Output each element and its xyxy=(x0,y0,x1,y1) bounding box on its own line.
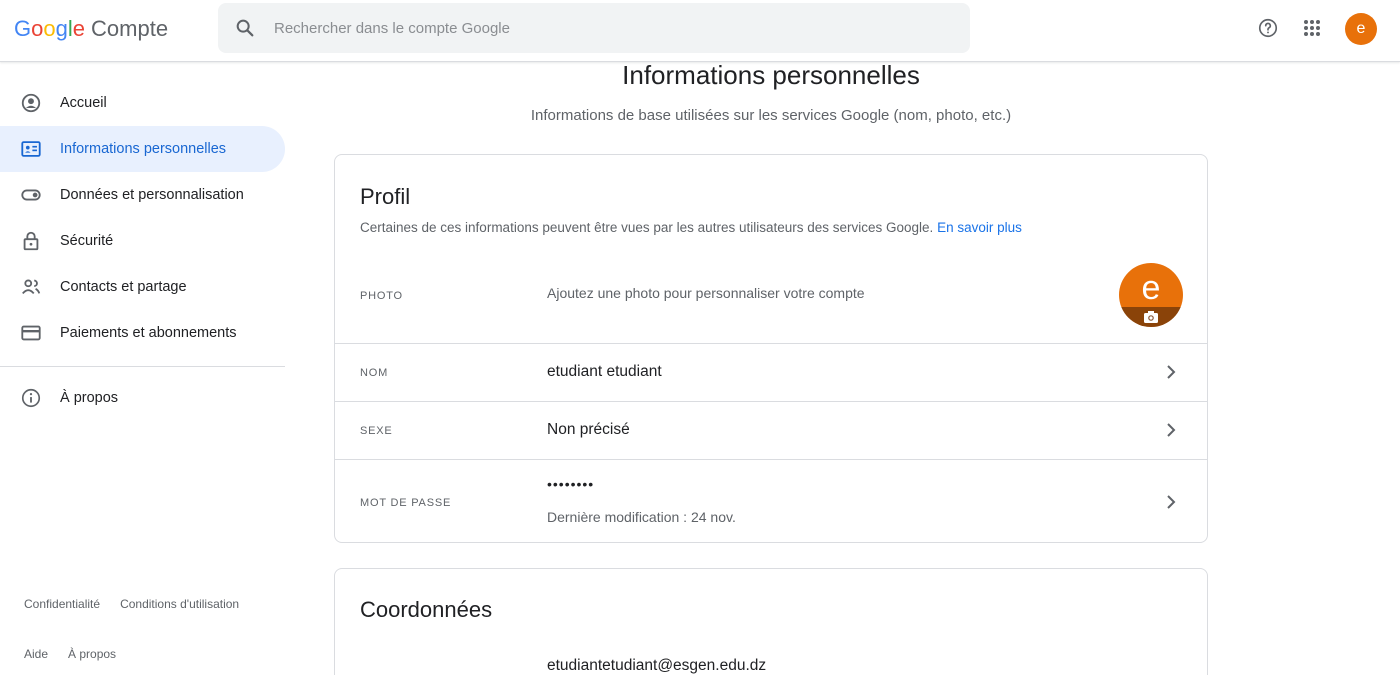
sidebar-item-a-propos[interactable]: À propos xyxy=(0,375,285,421)
chevron-right-icon xyxy=(1167,423,1176,437)
sidebar-item-contacts-partage[interactable]: Contacts et partage xyxy=(0,264,285,310)
sidebar-item-label: Paiements et abonnements xyxy=(60,325,237,341)
gender-value: Non précisé xyxy=(547,421,630,438)
profile-avatar[interactable]: e xyxy=(1119,263,1183,327)
footer-links-row-1: Confidentialité Conditions d'utilisation xyxy=(24,597,239,611)
name-label: NOM xyxy=(360,367,389,379)
sidebar-nav: Accueil Informations personnelles Donnée… xyxy=(0,80,285,421)
photo-row[interactable]: PHOTO Ajoutez une photo pour personnalis… xyxy=(335,247,1207,343)
gender-row[interactable]: SEXE Non précisé xyxy=(335,401,1207,459)
privacy-link[interactable]: Confidentialité xyxy=(24,597,100,611)
page-subtitle: Informations de base utilisées sur les s… xyxy=(530,107,1012,124)
gender-label: SEXE xyxy=(360,425,393,437)
logo-letter: o xyxy=(31,16,44,41)
footer-links-row-2: Aide À propos xyxy=(24,647,116,661)
profile-card-description: Certaines de ces informations peuvent êt… xyxy=(335,220,1207,235)
info-icon xyxy=(20,387,42,409)
people-icon xyxy=(20,276,42,298)
search-input[interactable] xyxy=(274,19,914,37)
lock-icon xyxy=(20,230,42,252)
sidebar-item-label: Informations personnelles xyxy=(60,141,227,157)
password-value: •••••••• xyxy=(547,476,595,492)
apps-grid-icon[interactable] xyxy=(1298,14,1326,42)
logo-letter: g xyxy=(55,16,68,41)
google-account-logo[interactable]: Google Compte xyxy=(14,16,168,42)
sidebar-item-label: Accueil xyxy=(60,95,107,111)
sidebar-divider xyxy=(0,366,285,367)
sidebar-item-label: Sécurité xyxy=(60,233,114,249)
learn-more-link[interactable]: En savoir plus xyxy=(937,220,1022,235)
help-circle-icon[interactable] xyxy=(1254,14,1282,42)
page-title: Informations personnelles xyxy=(622,60,920,90)
id-card-icon xyxy=(20,138,42,160)
logo-letter: e xyxy=(72,16,86,41)
sidebar-item-donnees-personnalisation[interactable]: Données et personnalisation xyxy=(0,172,285,218)
password-last-modified: Dernière modification : 24 nov. xyxy=(547,509,736,525)
sidebar-item-label: Contacts et partage xyxy=(60,279,187,295)
name-value: etudiant etudiant xyxy=(547,363,662,380)
about-link[interactable]: À propos xyxy=(68,647,116,661)
sidebar-item-informations-personnelles[interactable]: Informations personnelles xyxy=(0,126,285,172)
contact-card: Coordonnées etudiantetudiant@esgen.edu.d… xyxy=(334,568,1208,675)
avatar-letter: e xyxy=(1141,269,1161,307)
account-avatar[interactable]: e xyxy=(1345,13,1377,45)
toggle-icon xyxy=(20,184,42,206)
logo-letter: o xyxy=(43,16,56,41)
sidebar-item-accueil[interactable]: Accueil xyxy=(0,80,285,126)
search-bar[interactable] xyxy=(218,3,970,53)
profile-description-text: Certaines de ces informations peuvent êt… xyxy=(360,220,934,235)
email-value[interactable]: etudiantetudiant@esgen.edu.dz xyxy=(547,657,766,675)
password-row[interactable]: MOT DE PASSE •••••••• Dernière modificat… xyxy=(335,459,1207,542)
password-label: MOT DE PASSE xyxy=(360,497,452,509)
account-circle-icon xyxy=(20,92,42,114)
logo-letter: G xyxy=(14,16,32,41)
google-wordmark: Google xyxy=(14,16,85,42)
sidebar-item-securite[interactable]: Sécurité xyxy=(0,218,285,264)
help-link[interactable]: Aide xyxy=(24,647,48,661)
top-bar: Google Compte e xyxy=(0,0,1400,62)
profile-card-title: Profil xyxy=(360,184,411,209)
name-row[interactable]: NOM etudiant etudiant xyxy=(335,343,1207,401)
camera-icon xyxy=(1119,307,1183,327)
chevron-right-icon xyxy=(1167,365,1176,379)
sidebar-item-label: À propos xyxy=(60,390,119,406)
sidebar-item-label: Données et personnalisation xyxy=(60,187,244,203)
contact-card-title: Coordonnées xyxy=(360,597,493,622)
search-icon[interactable] xyxy=(234,17,256,39)
credit-card-icon xyxy=(20,322,42,344)
terms-link[interactable]: Conditions d'utilisation xyxy=(120,597,239,611)
chevron-right-icon xyxy=(1167,495,1176,509)
photo-hint: Ajoutez une photo pour personnaliser vot… xyxy=(547,285,865,301)
profile-card: Profil Certaines de ces informations peu… xyxy=(334,154,1208,543)
product-name: Compte xyxy=(91,16,169,41)
photo-label: PHOTO xyxy=(360,290,403,302)
sidebar-item-paiements-abonnements[interactable]: Paiements et abonnements xyxy=(0,310,285,356)
